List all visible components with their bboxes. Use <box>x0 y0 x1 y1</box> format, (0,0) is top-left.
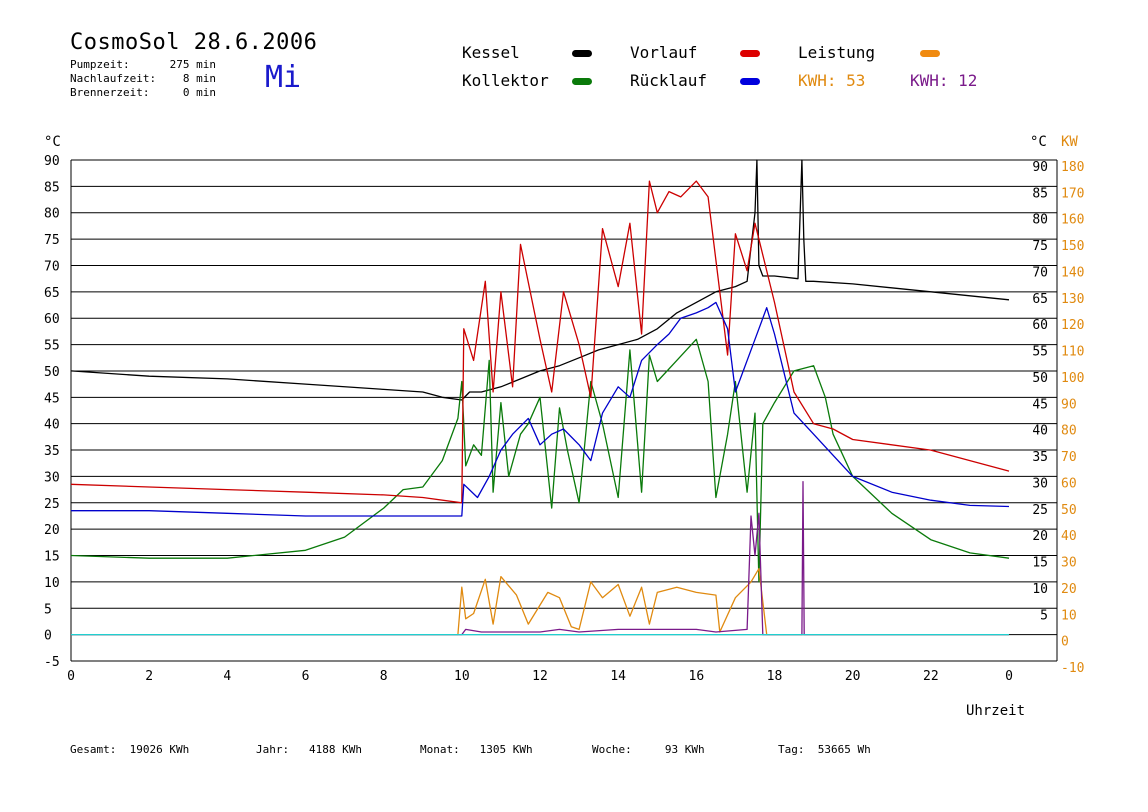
y-axis-unit-right-celsius: °C <box>1030 134 1047 150</box>
jahr-label: Jahr: <box>256 743 290 756</box>
y-tick-label-right-kw: 20 <box>1061 582 1077 597</box>
footer-jahr: Jahr: 4188 KWh <box>256 743 362 756</box>
x-tick-label: 20 <box>845 669 861 684</box>
y-tick-label-right-kw: 130 <box>1061 292 1084 307</box>
y-tick-label-left: 65 <box>44 286 60 301</box>
x-tick-label: 4 <box>223 669 231 684</box>
y-tick-label-right-kw: 10 <box>1061 608 1077 623</box>
x-tick-label: 0 <box>1005 669 1013 684</box>
y-tick-label-right-c: 50 <box>1032 371 1048 386</box>
y-tick-label-right-c: 20 <box>1032 529 1048 544</box>
y-tick-label-right-c: 85 <box>1032 186 1048 201</box>
y-tick-label-right-c: 90 <box>1032 160 1048 175</box>
y-tick-label-right-c: 75 <box>1032 239 1048 254</box>
monat-value: 1305 KWh <box>479 743 533 756</box>
y-axis-unit-left: °C <box>44 134 61 150</box>
y-tick-label-left: 0 <box>44 629 52 644</box>
tag-value: 53665 Wh <box>817 743 871 756</box>
y-tick-label-right-c: 10 <box>1032 582 1048 597</box>
y-tick-label-left: 25 <box>44 497 60 512</box>
y-tick-label-right-kw: 90 <box>1061 397 1077 412</box>
series-line-kollektor <box>70 338 1010 583</box>
y-tick-label-right-kw: 100 <box>1061 371 1084 386</box>
y-tick-label-right-c: 65 <box>1032 292 1048 307</box>
y-tick-label-right-kw: 30 <box>1061 556 1077 571</box>
y-tick-label-right-c: 55 <box>1032 345 1048 360</box>
y-tick-label-left: 35 <box>44 444 60 459</box>
x-tick-label: 8 <box>380 669 388 684</box>
woche-label: Woche: <box>592 743 632 756</box>
x-tick-label: 12 <box>532 669 548 684</box>
y-tick-label-left: 50 <box>44 365 60 380</box>
x-tick-label: 16 <box>689 669 705 684</box>
y-tick-label-right-c: 45 <box>1032 397 1048 412</box>
temperature-chart: -505101520253035404550556065707580859051… <box>44 134 1084 719</box>
y-tick-label-left: 30 <box>44 470 60 485</box>
y-tick-label-right-c: 80 <box>1032 213 1048 228</box>
y-tick-label-right-kw: 150 <box>1061 239 1084 254</box>
y-tick-label-right-c: 30 <box>1032 476 1048 491</box>
y-tick-label-right-kw: 170 <box>1061 186 1084 201</box>
footer-monat: Monat: 1305 KWh <box>420 743 533 756</box>
y-tick-label-left: 5 <box>44 602 52 617</box>
y-tick-label-right-c: 60 <box>1032 318 1048 333</box>
y-tick-label-right-c: 40 <box>1032 424 1048 439</box>
y-tick-label-left: 15 <box>44 550 60 565</box>
y-tick-label-left: 20 <box>44 523 60 538</box>
y-tick-label-right-kw: 50 <box>1061 503 1077 518</box>
monat-label: Monat: <box>420 743 460 756</box>
x-tick-label: 0 <box>67 669 75 684</box>
gesamt-label: Gesamt: <box>70 743 117 756</box>
series-line-vorlauf <box>70 180 1010 504</box>
tag-label: Tag: <box>778 743 805 756</box>
series-line-r-cklauf <box>71 301 1010 517</box>
footer-tag: Tag: 53665 Wh <box>778 743 871 756</box>
y-tick-label-left: 80 <box>44 207 60 222</box>
y-tick-label-left: 60 <box>44 312 60 327</box>
y-tick-label-right-kw: -10 <box>1061 661 1084 676</box>
y-tick-label-right-c: 25 <box>1032 503 1048 518</box>
y-tick-label-left: 45 <box>44 391 60 406</box>
y-axis-unit-right-kw: KW <box>1061 134 1078 150</box>
x-tick-label: 22 <box>923 669 939 684</box>
y-tick-label-right-kw: 160 <box>1061 213 1084 228</box>
y-tick-label-right-c: 15 <box>1032 556 1048 571</box>
y-tick-label-right-kw: 60 <box>1061 476 1077 491</box>
y-tick-label-right-c: 70 <box>1032 265 1048 280</box>
y-tick-label-right-kw: 180 <box>1061 160 1084 175</box>
gesamt-value: 19026 KWh <box>129 743 190 756</box>
y-tick-label-right-kw: 110 <box>1061 345 1084 360</box>
y-tick-label-left: 85 <box>44 180 60 195</box>
y-tick-label-right-c: 5 <box>1040 608 1048 623</box>
footer-woche: Woche: 93 KWh <box>592 743 705 756</box>
x-tick-label: 18 <box>767 669 783 684</box>
series-line-kessel <box>70 159 1010 401</box>
jahr-value: 4188 KWh <box>309 743 362 756</box>
y-tick-label-right-kw: 70 <box>1061 450 1077 465</box>
x-tick-label: 14 <box>610 669 626 684</box>
x-tick-label: 6 <box>302 669 310 684</box>
y-tick-label-left: 70 <box>44 259 60 274</box>
y-tick-label-left: -5 <box>44 655 60 670</box>
y-tick-label-right-kw: 120 <box>1061 318 1084 333</box>
y-tick-label-left: 90 <box>44 154 60 169</box>
woche-value: 93 KWh <box>664 743 705 756</box>
y-tick-label-right-kw: 80 <box>1061 424 1077 439</box>
y-tick-label-right-kw: 40 <box>1061 529 1077 544</box>
y-tick-label-right-c: 35 <box>1032 450 1048 465</box>
y-tick-label-left: 55 <box>44 339 60 354</box>
y-tick-label-right-kw: 0 <box>1061 635 1069 650</box>
y-tick-label-right-kw: 140 <box>1061 265 1084 280</box>
y-tick-label-left: 75 <box>44 233 60 248</box>
series-line-leistung <box>71 568 1009 636</box>
x-tick-label: 10 <box>454 669 470 684</box>
y-tick-label-left: 40 <box>44 418 60 433</box>
y-tick-label-left: 10 <box>44 576 60 591</box>
footer-gesamt: Gesamt: 19026 KWh <box>70 743 189 756</box>
x-tick-label: 2 <box>145 669 153 684</box>
x-axis-label: Uhrzeit <box>966 703 1025 719</box>
